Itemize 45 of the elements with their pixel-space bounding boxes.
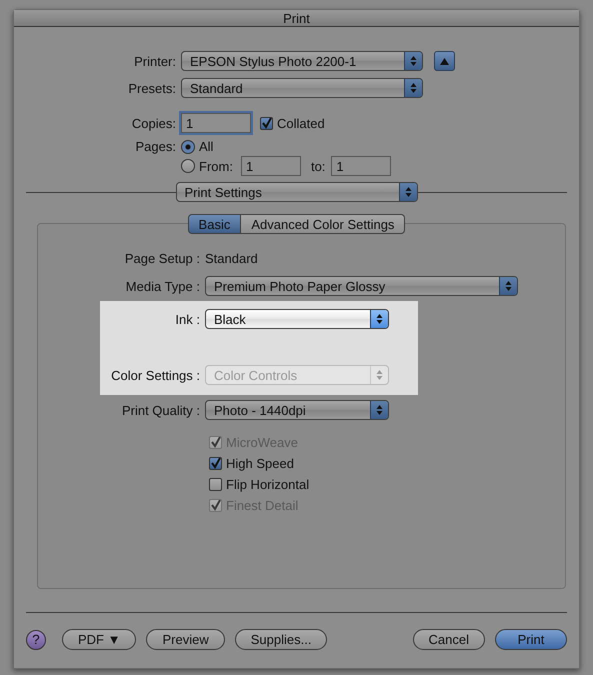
setting-label: Media Type : bbox=[124, 278, 201, 294]
push-button[interactable]: Print bbox=[495, 629, 567, 650]
option-checkbox[interactable]: Flip Horizontal bbox=[209, 477, 565, 492]
printer-popup[interactable]: EPSON Stylus Photo 2200-1 bbox=[181, 51, 423, 71]
from-field[interactable]: 1 bbox=[240, 156, 301, 176]
radio-option[interactable]: From: bbox=[181, 158, 233, 174]
to-label: to: bbox=[310, 158, 326, 174]
setting-label: Color Settings : bbox=[110, 368, 201, 382]
option-checkbox[interactable]: High Speed bbox=[209, 456, 565, 471]
setting-popup[interactable]: Photo - 1440dpi bbox=[205, 400, 389, 420]
help-button[interactable]: ? bbox=[26, 630, 46, 650]
checkmark-icon bbox=[210, 437, 221, 448]
stepper-icon bbox=[370, 310, 388, 328]
radio-option[interactable]: All bbox=[181, 139, 214, 154]
push-button[interactable]: Cancel bbox=[412, 629, 485, 650]
checkmark-icon bbox=[261, 118, 272, 128]
stepper-icon bbox=[499, 277, 517, 295]
push-button[interactable]: Supplies... bbox=[234, 629, 328, 650]
collated-checkbox[interactable]: Collated bbox=[260, 116, 325, 130]
presets-label: Presets: bbox=[127, 80, 177, 96]
setting-label: Ink : bbox=[174, 312, 201, 326]
copies-field[interactable]: 1 bbox=[181, 113, 251, 133]
push-button[interactable]: PDF ▼ bbox=[62, 629, 136, 650]
setting-label: Print Quality : bbox=[120, 402, 201, 418]
printer-label: Printer: bbox=[133, 54, 177, 68]
triangle-icon bbox=[440, 58, 449, 64]
to-field[interactable]: 1 bbox=[331, 156, 392, 176]
panel-popup[interactable]: Print Settings bbox=[176, 182, 418, 202]
checkmark-icon bbox=[210, 458, 221, 469]
setting-value: Standard bbox=[205, 251, 258, 266]
stepper-icon bbox=[398, 183, 416, 201]
collapse-button[interactable] bbox=[434, 51, 455, 71]
tab[interactable]: Basic bbox=[188, 214, 242, 234]
window-title: Print bbox=[283, 10, 310, 26]
pages-label: Pages: bbox=[134, 139, 177, 154]
stepper-icon bbox=[370, 401, 388, 419]
push-button[interactable]: Preview bbox=[146, 629, 225, 650]
presets-popup[interactable]: Standard bbox=[181, 78, 423, 98]
copies-label: Copies: bbox=[130, 116, 177, 130]
stepper-icon bbox=[404, 79, 422, 97]
setting-popup[interactable]: Premium Photo Paper Glossy bbox=[205, 276, 518, 296]
checkmark-icon bbox=[210, 500, 221, 511]
setting-label: Page Setup : bbox=[124, 251, 201, 266]
stepper-icon bbox=[404, 52, 422, 70]
tab[interactable]: Advanced Color Settings bbox=[241, 214, 406, 234]
